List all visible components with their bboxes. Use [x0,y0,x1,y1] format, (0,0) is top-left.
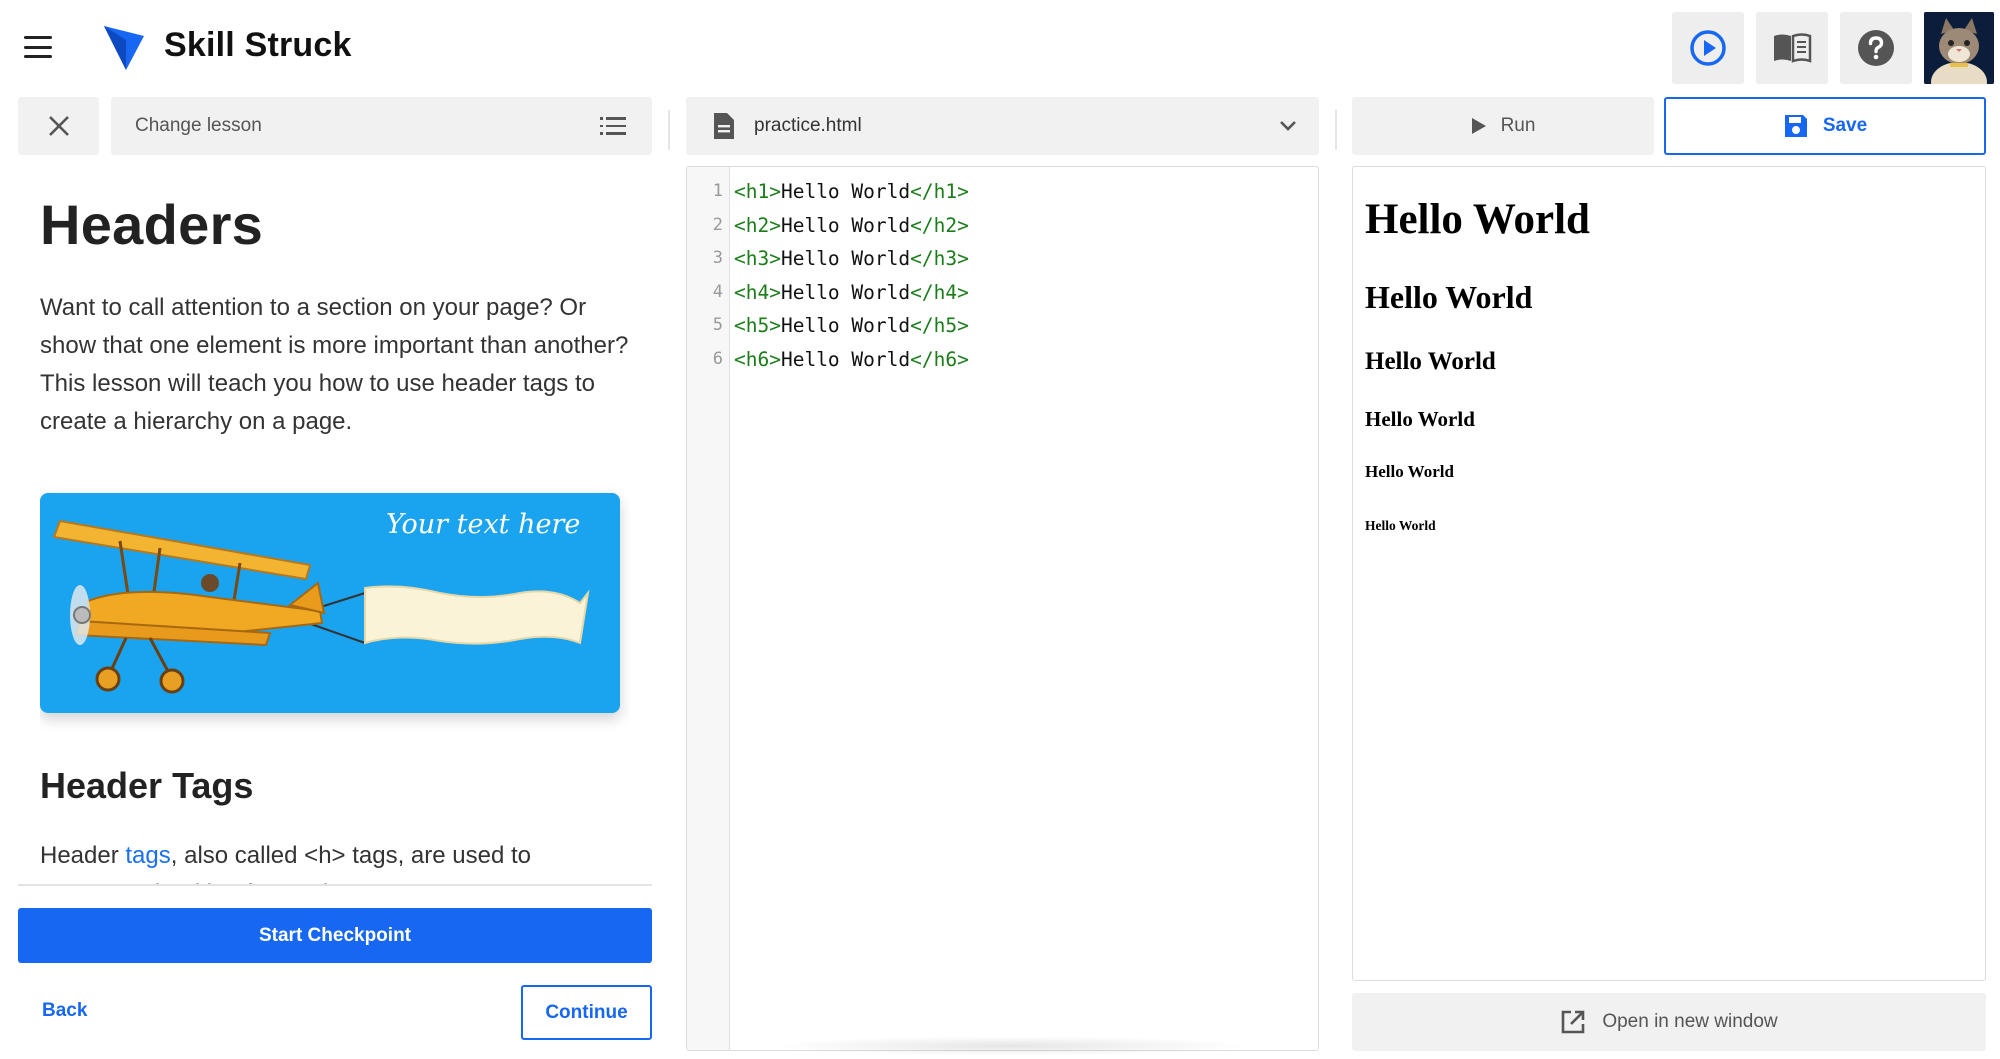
cat-avatar-icon [1924,12,1994,84]
user-avatar[interactable] [1924,12,1994,84]
code-text[interactable]: <h5>Hello World</h5> [734,309,969,342]
preview-h6: Hello World [1365,518,1436,533]
lesson-banner-image: Your text here [40,493,620,713]
open-in-new-window-button[interactable]: Open in new window [1352,993,1986,1051]
open-tag: <h1> [734,180,781,203]
start-checkpoint-button[interactable]: Start Checkpoint [18,908,652,963]
close-tag: </h5> [910,314,969,337]
help-circle-icon [1858,30,1894,66]
close-tag: </h3> [910,247,969,270]
chevron-down-icon [1280,121,1296,131]
line-number: 1 [712,181,723,201]
code-line[interactable]: 1 <h1>Hello World</h1> [687,175,1318,208]
code-editor[interactable]: 1 <h1>Hello World</h1> 2 <h2>Hello World</h… [686,166,1319,1051]
line-number: 6 [712,348,723,369]
save-button[interactable]: Save [1664,97,1986,155]
brand-name[interactable]: Skill Struck [164,26,352,65]
help-button[interactable] [1840,12,1912,84]
back-button[interactable]: Back [42,1000,87,1022]
play-lesson-button[interactable] [1672,12,1744,84]
tag-content: Hello World [780,347,911,371]
section-title: Header Tags [40,765,254,806]
external-link-icon [1562,1010,1585,1034]
run-button[interactable]: Run [1352,97,1654,155]
lesson-intro: Want to call attention to a section on y… [40,294,629,435]
file-icon [714,113,734,139]
code-line[interactable]: 6 <h6>Hello World</h6> [687,343,1318,376]
code-line[interactable]: 4 <h4>Hello World</h4> [687,276,1318,309]
open-tag: <h4> [734,280,781,304]
lesson-title: Headers [40,193,264,256]
tag-content: Hello World [780,247,911,270]
close-tag: </h1> [910,180,969,203]
hamburger-menu-icon[interactable] [24,36,52,58]
lesson-content[interactable]: Headers Want to call attention to a sect… [40,170,630,884]
open-tag: <h3> [734,247,781,270]
preview-h2: Hello World [1365,279,1533,315]
preview-h3: Hello World [1365,348,1496,375]
file-selector-dropdown[interactable]: practice.html [686,97,1319,155]
play-icon [1471,118,1486,134]
close-tag: </h4> [910,280,969,304]
open-tag: <h6> [734,347,781,371]
play-circle-icon [1690,30,1726,66]
open-book-icon [1774,33,1812,63]
line-number: 5 [712,315,723,335]
close-tag: </h6> [910,347,969,371]
line-number: 4 [712,281,723,302]
open-tag: <h2> [734,213,781,237]
code-text[interactable]: <h2>Hello World</h2> [734,209,969,242]
panel-separator [668,110,670,150]
code-text[interactable]: <h1>Hello World</h1> [734,175,969,208]
code-line[interactable]: 2 <h2>Hello World</h2> [687,209,1318,242]
lesson-divider [18,884,652,886]
preview-h5: Hello World [1365,462,1454,481]
tag-content: Hello World [780,314,911,337]
biplane-illustration [52,519,590,694]
tag-content: Hello World [780,180,911,203]
lesson-body-text: Header tags, also called <h> tags, are u… [40,842,531,884]
resources-button[interactable] [1756,12,1828,84]
code-line[interactable]: 3 <h3>Hello World</h3> [687,242,1318,275]
tags-link[interactable]: tags [125,842,170,869]
top-bar: Skill Struck [0,0,2000,95]
panel-separator [1335,110,1337,150]
preview-h4: Hello World [1365,407,1475,431]
open-tag: <h5> [734,314,781,337]
code-text[interactable]: <h4>Hello World</h4> [734,276,969,309]
code-text[interactable]: <h3>Hello World</h3> [734,242,969,275]
html-preview[interactable]: Hello World Hello World Hello World Hell… [1352,166,1986,981]
close-lesson-button[interactable] [18,97,99,155]
tag-content: Hello World [780,213,911,237]
save-icon [1784,115,1807,137]
run-label: Run [1500,115,1536,136]
preview-h1: Hello World [1365,196,1590,243]
continue-button[interactable]: Continue [521,985,652,1040]
editor-scroll-shadow [770,1036,1250,1056]
code-line[interactable]: 5 <h5>Hello World</h5> [687,309,1318,342]
list-icon [600,117,626,135]
file-name: practice.html [754,115,862,136]
open-in-new-window-label: Open in new window [1602,1011,1778,1032]
line-number: 2 [712,214,723,235]
code-text[interactable]: <h6>Hello World</h6> [734,343,969,376]
save-label: Save [1822,115,1868,136]
change-lesson-button[interactable]: Change lesson [111,97,652,155]
change-lesson-label: Change lesson [135,115,262,136]
close-icon [48,116,69,136]
tag-content: Hello World [780,280,911,304]
line-number: 3 [712,248,723,268]
close-tag: </h2> [910,213,969,237]
skill-struck-logo-icon[interactable] [100,22,148,72]
